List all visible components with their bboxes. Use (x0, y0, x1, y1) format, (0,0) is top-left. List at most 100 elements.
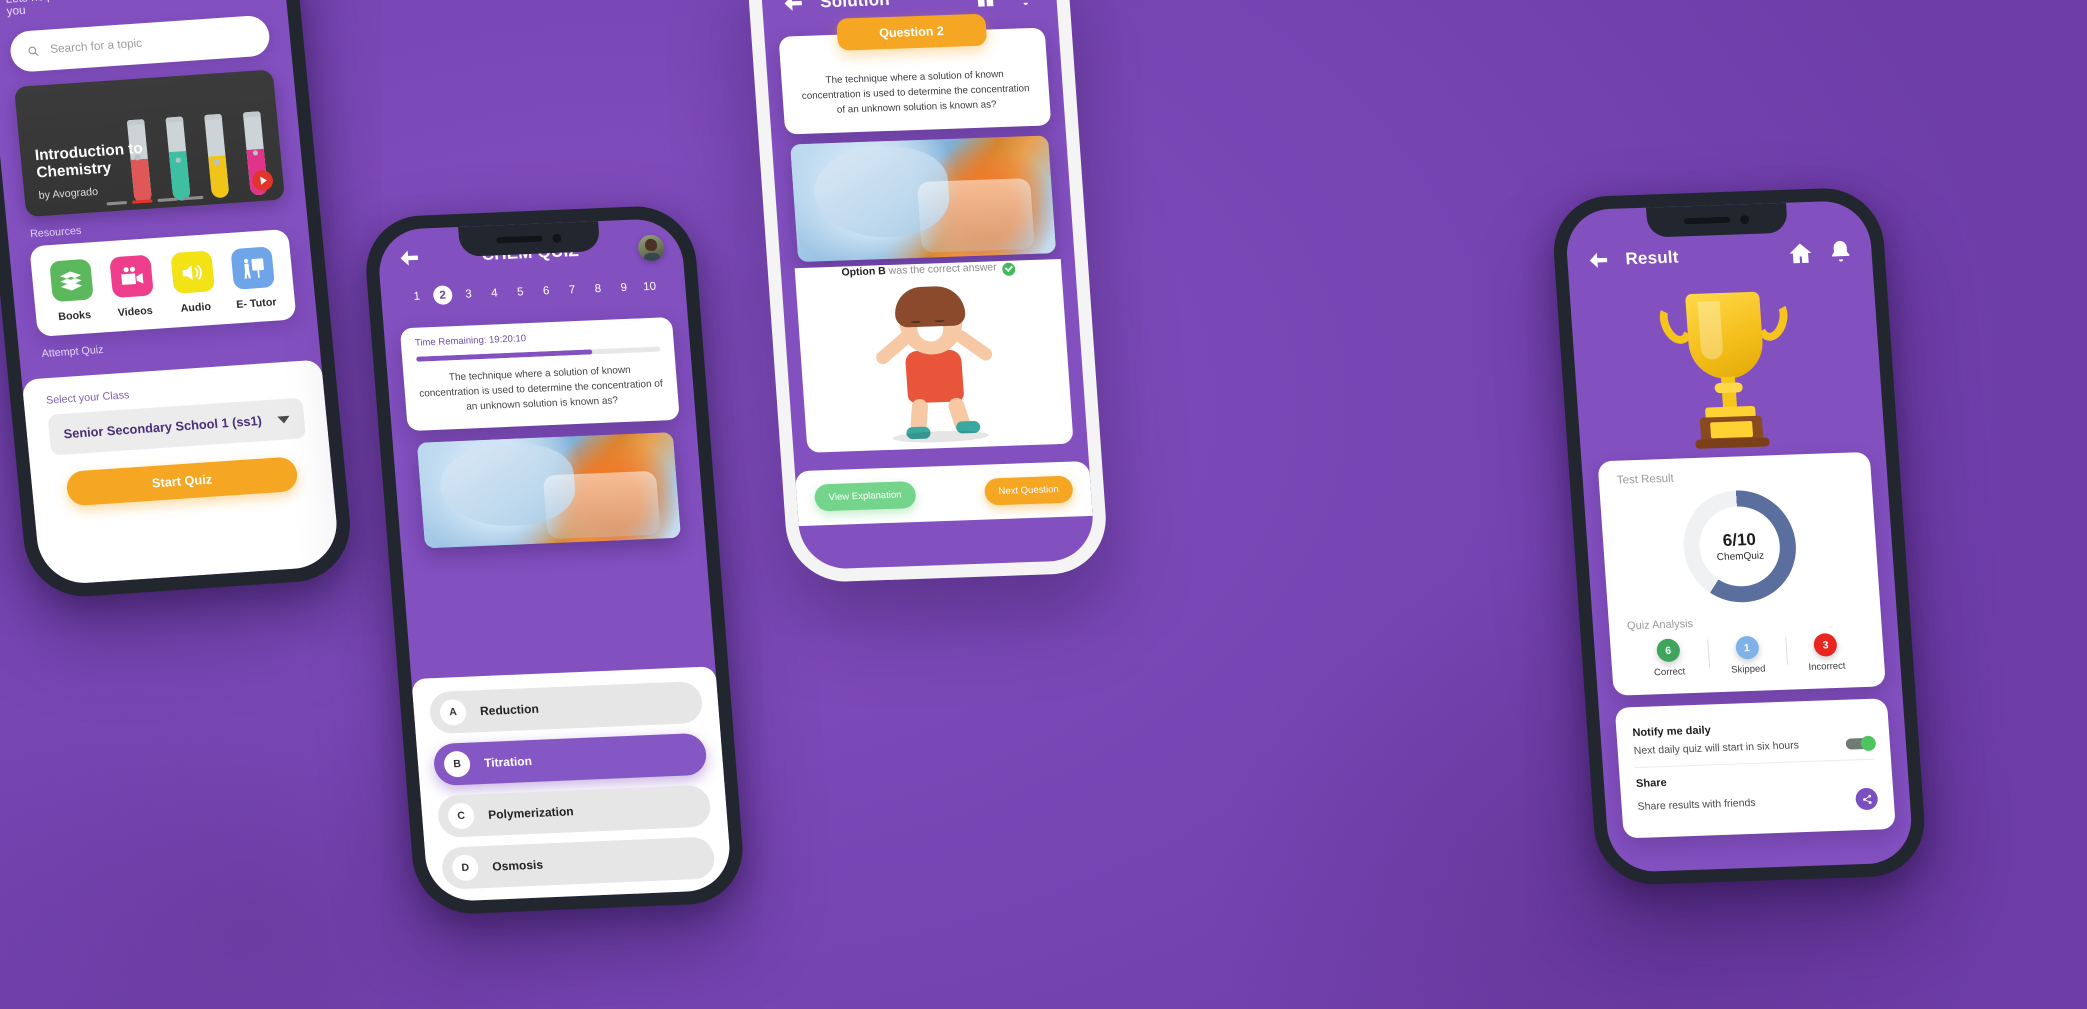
attempt-quiz-panel: Select your Class Senior Secondary Schoo… (21, 359, 341, 586)
search-placeholder: Search for a topic (49, 37, 143, 56)
phone-home: Hello Jay Lets help make chemistry simpl… (0, 0, 356, 601)
class-select-value: Senior Secondary School 1 (ss1) (63, 413, 263, 442)
bell-icon[interactable] (1827, 238, 1855, 265)
option-text: Polymerization (487, 804, 575, 822)
test-result-label: Test Result (1616, 472, 1675, 487)
page-subtitle: Lets help make chemistry simpler for you (5, 0, 197, 19)
stat-value: 3 (1813, 633, 1838, 657)
resources-card: Books Videos Audio E- Tutor (29, 228, 297, 337)
stat-incorrect: 3 Incorrect (1785, 632, 1866, 674)
avatar[interactable] (637, 234, 666, 262)
question-text: The technique where a solution of known … (418, 364, 664, 413)
answer-option-b[interactable]: B Titration (432, 732, 708, 787)
share-button[interactable] (1854, 787, 1879, 811)
result-title: Result (1624, 247, 1680, 269)
tutor-icon (230, 246, 276, 290)
solution-actions: View Explanation Next Question (794, 460, 1093, 527)
notify-toggle[interactable] (1845, 737, 1875, 750)
carousel-dot[interactable] (106, 201, 128, 206)
celebration-illustration (864, 285, 1004, 444)
result-screen: Result Test Result 6/10 ChemQuiz Quiz An… (1563, 199, 1915, 873)
resource-audio[interactable]: Audio (160, 250, 227, 316)
correct-answer-suffix: was the correct answer (885, 260, 998, 277)
pager-item[interactable]: 9 (614, 278, 634, 298)
phone-result: Result Test Result 6/10 ChemQuiz Quiz An… (1550, 186, 1929, 887)
phone-quiz: CHEM QUIZ 1 2 3 4 5 6 7 8 9 10 Time Rema… (362, 204, 747, 916)
stat-label: Incorrect (1808, 660, 1846, 673)
option-text: Titration (483, 754, 533, 770)
quiz-screen: CHEM QUIZ 1 2 3 4 5 6 7 8 9 10 Time Rema… (376, 217, 733, 903)
pager-item[interactable]: 7 (562, 280, 582, 300)
back-arrow-icon[interactable] (395, 245, 423, 272)
score-donut-chart: 6/10 ChemQuiz (1618, 486, 1862, 606)
phone-solution: Solution Question 2 The technique where … (745, 0, 1110, 584)
quiz-analysis-label: Quiz Analysis (1626, 618, 1694, 633)
solution-title: Solution (819, 0, 891, 12)
hero-course-card[interactable]: Introduction to Chemistry by Avogrado (13, 69, 286, 218)
settings-card: Notify me daily Next daily quiz will sta… (1614, 698, 1896, 839)
correct-answer-text: Option B was the correct answer (809, 259, 1048, 283)
view-explanation-button[interactable]: View Explanation (813, 481, 917, 512)
back-arrow-icon[interactable] (1585, 247, 1613, 274)
question-badge: Question 2 (836, 13, 987, 51)
resource-videos[interactable]: Videos (100, 254, 167, 320)
back-arrow-icon[interactable] (779, 0, 807, 17)
resource-books[interactable]: Books (39, 258, 106, 324)
correct-option-label: Option B (841, 264, 887, 279)
pager-item[interactable]: 5 (510, 282, 530, 302)
share-row: Share Share results with friends (1634, 758, 1880, 828)
search-input[interactable]: Search for a topic (8, 14, 272, 73)
carousel-dot[interactable] (157, 197, 179, 202)
notify-subtitle: Next daily quiz will start in six hours (1633, 739, 1800, 758)
home-screen: Hello Jay Lets help make chemistry simpl… (0, 0, 341, 586)
question-card: Time Remaining: 19:20:10 The technique w… (399, 317, 680, 432)
solution-card: Question 2 The technique where a solutio… (778, 13, 1052, 135)
answer-option-c[interactable]: C Polymerization (436, 784, 712, 838)
stat-label: Correct (1653, 666, 1686, 679)
answer-option-a[interactable]: A Reduction (428, 680, 704, 735)
answer-option-d[interactable]: D Osmosis (440, 836, 716, 890)
notch (1645, 202, 1788, 238)
video-camera-icon (109, 254, 155, 299)
stat-correct: 6 Correct (1628, 638, 1709, 680)
carousel-dot[interactable] (182, 195, 204, 201)
question-image (416, 432, 682, 549)
score-label: ChemQuiz (1716, 550, 1765, 564)
pager-item[interactable]: 10 (639, 277, 659, 297)
carousel-dot-active[interactable] (131, 199, 153, 204)
pager-item[interactable]: 3 (458, 284, 478, 304)
pager-item[interactable]: 1 (407, 286, 427, 306)
notch (458, 221, 601, 257)
stat-skipped: 1 Skipped (1707, 635, 1788, 677)
resource-label: E- Tutor (235, 296, 278, 312)
home-icon[interactable] (971, 0, 999, 10)
pager-item[interactable]: 4 (484, 283, 504, 303)
stat-value: 1 (1734, 635, 1760, 660)
pager-item-active[interactable]: 2 (432, 285, 453, 306)
pager-item[interactable]: 8 (588, 279, 608, 299)
solution-image (789, 134, 1057, 262)
class-select[interactable]: Senior Secondary School 1 (ss1) (47, 397, 306, 456)
solution-question-text: The technique where a solution of known … (801, 68, 1030, 117)
score-value: 6/10 (1722, 529, 1757, 550)
bell-icon[interactable] (1011, 0, 1039, 9)
time-remaining: Time Remaining: 19:20:10 (414, 333, 527, 349)
solution-screen: Solution Question 2 The technique where … (758, 0, 1096, 571)
solution-answer-block: Option B was the correct answer (794, 258, 1074, 453)
start-quiz-button[interactable]: Start Quiz (65, 456, 299, 507)
progress-bar (416, 346, 661, 362)
check-circle-icon (1001, 262, 1016, 276)
resource-label: Audio (180, 300, 212, 315)
search-icon (28, 46, 39, 56)
resource-etutor[interactable]: E- Tutor (221, 246, 288, 312)
home-icon[interactable] (1787, 240, 1815, 267)
share-title: Share (1635, 776, 1668, 790)
next-question-button[interactable]: Next Question (983, 475, 1074, 506)
notify-title: Notify me daily (1632, 724, 1712, 740)
option-key: B (443, 750, 472, 778)
share-subtitle: Share results with friends (1637, 796, 1757, 813)
option-text: Reduction (479, 701, 540, 719)
speaker-icon (170, 250, 215, 294)
pager-item[interactable]: 6 (536, 281, 556, 301)
option-text: Osmosis (491, 857, 544, 874)
